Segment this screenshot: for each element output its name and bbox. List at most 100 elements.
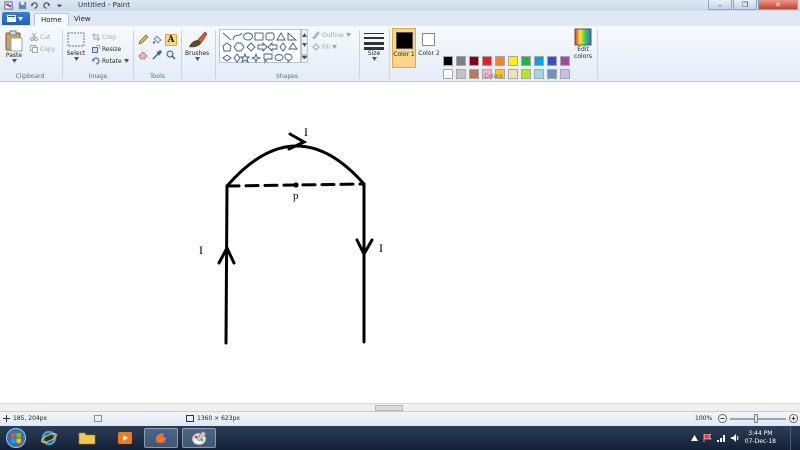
text-tool-button[interactable]: A bbox=[165, 34, 177, 46]
chevron-down-icon bbox=[123, 59, 129, 63]
network-icon[interactable] bbox=[716, 434, 726, 442]
selection-size bbox=[94, 415, 102, 422]
taskbar-file-explorer[interactable] bbox=[70, 428, 104, 448]
clock-date: 07-Dec-18 bbox=[744, 438, 776, 445]
eraser-tool-button[interactable] bbox=[137, 49, 149, 61]
paint-app-icon bbox=[191, 430, 207, 446]
taskbar: 3:44 PM 07-Dec-18 bbox=[0, 426, 800, 450]
firefox-icon bbox=[154, 431, 168, 445]
scissors-icon bbox=[30, 33, 38, 41]
brushes-group: Brushes bbox=[183, 28, 213, 80]
brush-icon bbox=[189, 31, 208, 48]
colors-group: Colors bbox=[391, 28, 596, 80]
rotate-icon bbox=[92, 57, 100, 65]
left-wire bbox=[224, 184, 229, 345]
tools-group-label: Tools bbox=[150, 73, 165, 80]
chevron-down-icon bbox=[11, 59, 17, 63]
taskbar-media-player[interactable] bbox=[108, 428, 142, 448]
status-bar: 185, 204px 1360 × 623px 100% bbox=[0, 411, 800, 426]
close-button[interactable]: ✕ bbox=[758, 0, 798, 10]
internet-explorer-icon bbox=[41, 430, 57, 446]
tab-view[interactable]: View bbox=[68, 13, 97, 26]
volume-icon[interactable] bbox=[730, 434, 740, 442]
shapes-group: Shapes bbox=[217, 28, 357, 80]
taskbar-paint[interactable] bbox=[182, 428, 216, 448]
paste-button[interactable]: Paste bbox=[4, 30, 24, 63]
taskbar-firefox[interactable] bbox=[144, 428, 178, 448]
maximize-button[interactable]: ❐ bbox=[733, 0, 757, 10]
tab-home[interactable]: Home bbox=[34, 13, 69, 26]
fill-tool-button[interactable] bbox=[151, 34, 163, 46]
start-button[interactable] bbox=[2, 426, 30, 450]
magnifier-icon bbox=[166, 50, 176, 60]
eyedropper-icon bbox=[152, 50, 162, 60]
file-menu-icon bbox=[7, 15, 16, 22]
taskbar-internet-explorer[interactable] bbox=[32, 428, 66, 448]
copy-button[interactable]: Copy bbox=[30, 45, 55, 53]
zoom-out-button[interactable] bbox=[718, 414, 727, 423]
windows-logo-icon bbox=[6, 428, 26, 448]
pencil-icon bbox=[138, 35, 148, 45]
image-group: Select Crop Resize Rotate Image bbox=[64, 28, 132, 80]
resize-button[interactable]: Resize bbox=[92, 45, 121, 53]
save-icon[interactable] bbox=[18, 1, 27, 10]
point-p-dot bbox=[293, 182, 299, 188]
text-tool-icon: A bbox=[167, 35, 175, 45]
cut-button[interactable]: Cut bbox=[30, 33, 50, 41]
eraser-icon bbox=[138, 51, 148, 60]
zoom-slider-thumb[interactable] bbox=[754, 414, 758, 423]
undo-icon[interactable] bbox=[30, 1, 39, 10]
chevron-down-icon bbox=[18, 16, 23, 21]
zoom-level: 100% bbox=[695, 415, 713, 422]
ribbon-separator bbox=[62, 30, 63, 78]
minimize-button[interactable]: – bbox=[708, 0, 732, 10]
size-button[interactable]: Size bbox=[363, 30, 385, 61]
size-group: Size bbox=[361, 28, 387, 80]
clipboard-group: Paste Cut Copy Clipboard bbox=[0, 28, 60, 80]
ribbon-separator bbox=[597, 30, 598, 78]
zoom-out-icon bbox=[718, 414, 727, 423]
select-button[interactable]: Select bbox=[66, 30, 86, 61]
tools-group: A Tools bbox=[135, 28, 180, 80]
clipboard-group-label: Clipboard bbox=[15, 73, 45, 80]
paste-icon bbox=[5, 30, 23, 52]
folder-icon bbox=[78, 432, 96, 445]
chevron-down-icon bbox=[73, 57, 79, 61]
resize-icon bbox=[92, 45, 100, 53]
image-size: 1360 × 623px bbox=[186, 415, 240, 422]
media-player-icon bbox=[118, 432, 132, 444]
drawing-svg: I I I p bbox=[199, 125, 383, 345]
drawing-canvas[interactable]: I I I p bbox=[0, 82, 800, 403]
horizontal-scrollbar[interactable] bbox=[0, 403, 800, 411]
current-label-left: I bbox=[199, 243, 203, 257]
ribbon: Paste Cut Copy Clipboard Select Crop Res… bbox=[0, 26, 800, 92]
cursor-position: 185, 204px bbox=[3, 415, 47, 422]
crop-button[interactable]: Crop bbox=[92, 33, 116, 41]
file-menu-button[interactable] bbox=[2, 12, 30, 25]
shapes-group-label: Shapes bbox=[276, 73, 298, 80]
chevron-down-icon bbox=[194, 57, 200, 61]
pencil-tool-button[interactable] bbox=[137, 34, 149, 46]
current-label-right: I bbox=[379, 241, 383, 255]
zoom-in-button[interactable] bbox=[789, 414, 798, 423]
color-picker-tool-button[interactable] bbox=[151, 49, 163, 61]
action-center-flag-icon[interactable] bbox=[703, 434, 712, 442]
magnifier-tool-button[interactable] bbox=[165, 49, 177, 61]
taskbar-clock[interactable]: 3:44 PM 07-Dec-18 bbox=[745, 430, 776, 446]
paint-app-icon[interactable] bbox=[4, 1, 13, 10]
show-hidden-icons-icon[interactable] bbox=[690, 435, 698, 441]
redo-icon[interactable] bbox=[42, 1, 51, 10]
brushes-button[interactable]: Brushes bbox=[185, 30, 209, 61]
ribbon-tabs: Home View bbox=[0, 11, 800, 26]
point-label-p: p bbox=[293, 190, 299, 202]
image-size-icon bbox=[186, 415, 194, 422]
ribbon-separator bbox=[181, 30, 182, 78]
zoom-slider[interactable] bbox=[730, 418, 786, 420]
show-desktop-button[interactable] bbox=[790, 426, 800, 450]
line-size-icon bbox=[364, 33, 384, 50]
crop-icon bbox=[92, 33, 100, 41]
zoom-in-icon bbox=[789, 414, 798, 423]
customize-toolbar-icon[interactable] bbox=[55, 1, 64, 10]
current-label-top: I bbox=[304, 125, 308, 139]
rotate-button[interactable]: Rotate bbox=[92, 57, 129, 65]
